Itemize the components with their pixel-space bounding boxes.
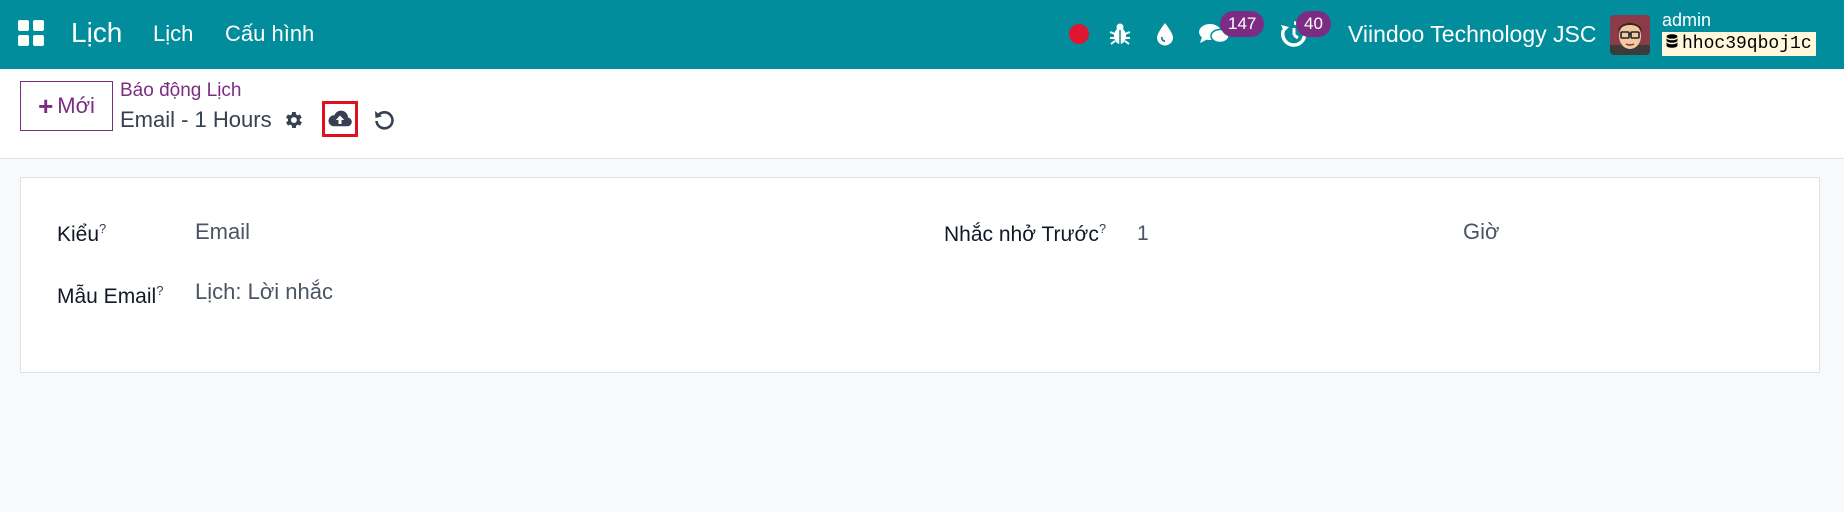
help-icon[interactable]: ? xyxy=(1099,221,1106,236)
help-icon[interactable]: ? xyxy=(99,221,106,236)
company-switcher[interactable]: Viindoo Technology JSC xyxy=(1348,20,1597,48)
new-button[interactable]: + Mới xyxy=(20,81,113,131)
email-template-label: Mẫu Email? xyxy=(57,283,164,308)
menu-item-cau-hinh[interactable]: Cấu hình xyxy=(225,20,314,48)
drop-icon[interactable] xyxy=(1153,20,1177,48)
activity-count-badge: 40 xyxy=(1296,11,1331,37)
email-template-field[interactable]: Lịch: Lời nhắc xyxy=(195,278,333,306)
chat-count-badge: 147 xyxy=(1220,11,1265,37)
database-icon xyxy=(1666,32,1678,56)
record-title: Email - 1 Hours xyxy=(120,107,272,132)
user-name[interactable]: admin xyxy=(1662,10,1711,30)
apps-icon[interactable] xyxy=(17,19,45,47)
remind-unit-field[interactable]: Giờ xyxy=(1463,218,1499,246)
database-name: hhoc39qboj1c xyxy=(1662,32,1816,56)
menu-item-lich[interactable]: Lịch xyxy=(153,20,193,48)
undo-icon[interactable] xyxy=(370,106,398,134)
bug-icon[interactable] xyxy=(1107,20,1133,48)
database-label: hhoc39qboj1c xyxy=(1682,34,1812,54)
control-panel: + Mới Báo động Lịch Email - 1 Hours xyxy=(0,69,1844,159)
form-sheet: Kiểu? Email Nhắc nhở Trước? 1 Giờ Mẫu Em… xyxy=(20,177,1820,373)
new-button-label: Mới xyxy=(57,93,95,118)
gear-icon[interactable] xyxy=(279,106,307,134)
help-icon[interactable]: ? xyxy=(156,283,163,298)
remind-before-label: Nhắc nhở Trước? xyxy=(944,221,1107,246)
record-icon[interactable] xyxy=(1069,24,1089,44)
app-brand[interactable]: Lịch xyxy=(71,14,122,52)
avatar[interactable] xyxy=(1610,15,1650,55)
plus-icon: + xyxy=(38,91,54,121)
type-field[interactable]: Email xyxy=(195,218,250,246)
cloud-upload-icon[interactable] xyxy=(322,101,358,137)
type-label: Kiểu? xyxy=(57,221,107,246)
remind-before-field[interactable]: 1 xyxy=(1137,220,1149,248)
top-navbar: Lịch Lịch Cấu hình 147 40 Viindoo Techno… xyxy=(0,0,1844,69)
breadcrumb[interactable]: Báo động Lịch xyxy=(120,79,242,103)
